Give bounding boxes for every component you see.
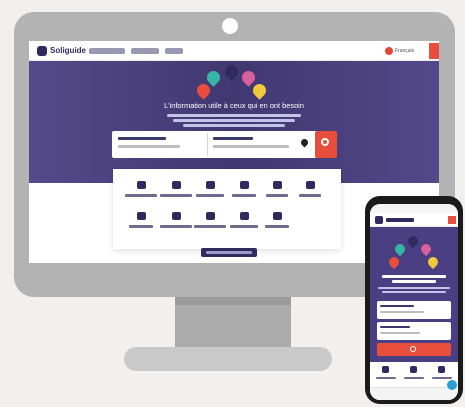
search-field-label xyxy=(380,305,414,307)
hero-title: L'information utile à ceux qui en ont be… xyxy=(164,101,304,110)
language-selector[interactable]: Français xyxy=(395,47,414,55)
category-icon[interactable] xyxy=(273,181,282,189)
menu-button[interactable] xyxy=(448,216,456,224)
hero-subtitle xyxy=(173,119,295,122)
chat-button[interactable] xyxy=(447,380,457,390)
search-icon xyxy=(321,138,329,146)
category-icon[interactable] xyxy=(240,212,249,220)
category-label xyxy=(299,194,321,197)
category-label xyxy=(230,225,258,228)
category-icon[interactable] xyxy=(240,181,249,189)
nav-link[interactable] xyxy=(165,48,183,54)
category-label xyxy=(266,194,288,197)
phone-hero-subtitle xyxy=(382,291,446,293)
category-label xyxy=(129,225,153,228)
flag-icon xyxy=(385,47,393,55)
monitor-stand-base xyxy=(124,347,332,371)
phone-hero-title xyxy=(392,280,436,283)
category-icon[interactable] xyxy=(172,181,181,189)
monitor-stand-shadow xyxy=(175,297,291,305)
phone-search-input[interactable] xyxy=(377,301,451,319)
hero-subtitle xyxy=(167,114,301,117)
phone-hero-subtitle xyxy=(378,287,450,289)
phone-hero-title xyxy=(382,275,446,278)
category-icon[interactable] xyxy=(273,212,282,220)
nav-link[interactable] xyxy=(131,48,159,54)
phone-notch xyxy=(396,198,432,203)
phone-status-bar xyxy=(370,204,458,213)
category-icon[interactable] xyxy=(137,181,146,189)
hero-photo-overlay xyxy=(29,61,439,183)
logo-icon[interactable] xyxy=(37,46,47,56)
phone-hero xyxy=(370,227,458,362)
monitor-camera xyxy=(222,18,238,34)
location-field-label xyxy=(380,326,410,328)
hero-subtitle xyxy=(183,124,285,127)
search-field-label xyxy=(118,137,166,140)
category-icon[interactable] xyxy=(306,181,315,189)
location-field-label xyxy=(213,137,253,140)
search-placeholder xyxy=(380,311,424,313)
category-label xyxy=(376,377,396,379)
phone-site-header xyxy=(370,213,458,227)
category-icon[interactable] xyxy=(206,212,215,220)
logo-icon[interactable] xyxy=(375,216,383,224)
location-input[interactable] xyxy=(213,145,289,148)
site-logo[interactable]: Soliguide xyxy=(50,46,86,56)
phone-browser-toolbar xyxy=(370,387,458,400)
search-divider xyxy=(207,133,208,156)
category-icon[interactable] xyxy=(172,212,181,220)
phone-logo[interactable] xyxy=(386,218,414,222)
category-label xyxy=(194,225,226,228)
category-icon[interactable] xyxy=(410,366,417,373)
category-icon[interactable] xyxy=(206,181,215,189)
all-categories-button-label xyxy=(206,251,252,254)
category-label xyxy=(160,194,192,197)
search-input[interactable] xyxy=(118,145,180,148)
category-label xyxy=(125,194,157,197)
category-label xyxy=(265,225,289,228)
category-label xyxy=(404,377,424,379)
nav-link[interactable] xyxy=(89,48,125,54)
search-icon xyxy=(410,346,416,352)
header-action-button[interactable] xyxy=(429,43,439,59)
site-header: Soliguide Français xyxy=(29,41,439,61)
category-icon[interactable] xyxy=(382,366,389,373)
category-label xyxy=(196,194,224,197)
category-icon[interactable] xyxy=(438,366,445,373)
location-placeholder xyxy=(380,332,420,334)
phone-screen xyxy=(370,204,458,400)
phone-location-input[interactable] xyxy=(377,322,451,340)
category-label xyxy=(232,194,256,197)
category-icon[interactable] xyxy=(137,212,146,220)
category-label xyxy=(160,225,192,228)
category-label xyxy=(432,377,452,379)
